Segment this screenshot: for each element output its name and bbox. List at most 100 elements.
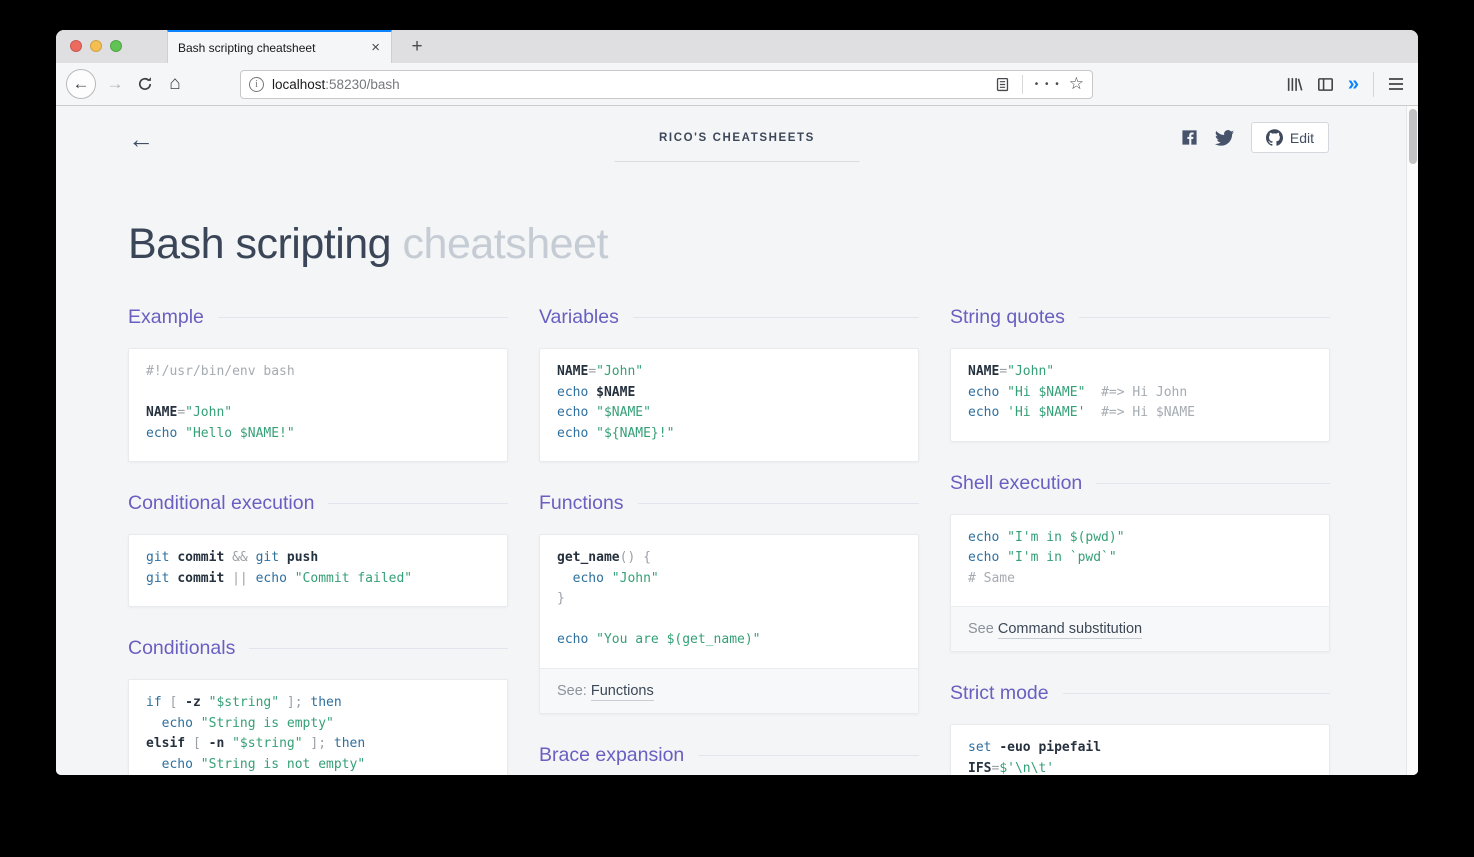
code-line: echo "String is not empty" [146, 757, 490, 776]
cheatsheet-columns: Example#!/usr/bin/env bash NAME="John"ec… [56, 306, 1418, 775]
back-button[interactable]: ← [66, 69, 96, 99]
section-heading: Brace expansion [539, 744, 919, 767]
code-line: echo $NAME [557, 385, 901, 406]
code-line: echo "I'm in `pwd`" [968, 550, 1312, 571]
library-button[interactable] [1286, 76, 1303, 93]
url-bar[interactable]: i localhost:58230/bash • • • ☆ [240, 70, 1093, 99]
code-line: echo "Hi $NAME" #=> Hi John [968, 385, 1312, 406]
scrollbar-thumb[interactable] [1409, 109, 1417, 164]
section-title: Functions [539, 492, 624, 515]
home-button[interactable]: ⌂ [160, 69, 190, 99]
minimize-window-button[interactable] [90, 40, 102, 52]
code-line: echo "John" [557, 571, 901, 592]
code-block: set -euo pipefailIFS=$'\n\t' [951, 725, 1329, 775]
section-title: Strict mode [950, 682, 1049, 705]
toolbar-separator [1373, 72, 1374, 97]
section-heading: Functions [539, 492, 919, 515]
page-back-button[interactable]: ← [128, 126, 154, 152]
site-info-icon[interactable]: i [249, 77, 264, 92]
card-footer: See: Functions [540, 668, 918, 713]
facebook-icon [1181, 129, 1198, 146]
section-functions: Functionsget_name() { echo "John"} echo … [539, 492, 919, 714]
see-link[interactable]: Functions [591, 683, 654, 701]
hamburger-menu-icon [1388, 77, 1404, 91]
code-line: NAME="John" [968, 364, 1312, 385]
code-block: if [ -z "$string" ]; then echo "String i… [129, 680, 507, 775]
code-line: echo "Hello $NAME!" [146, 426, 490, 447]
tab-close-icon[interactable]: × [368, 40, 383, 55]
twitter-share-button[interactable] [1215, 130, 1234, 146]
scrollbar[interactable] [1406, 106, 1418, 775]
page-viewport: ← RICO'S CHEATSHEETS Edit [56, 106, 1418, 775]
section-rule [328, 503, 508, 504]
browser-tab[interactable]: Bash scripting cheatsheet × [167, 30, 392, 63]
code-line: echo "${NAME}!" [557, 426, 901, 447]
facebook-share-button[interactable] [1181, 129, 1198, 146]
library-icon [1286, 76, 1303, 93]
code-block: NAME="John"echo $NAMEecho "$NAME"echo "$… [540, 349, 918, 461]
section-rule [638, 503, 919, 504]
section-title: String quotes [950, 306, 1065, 329]
reload-icon [137, 76, 153, 92]
navigation-toolbar: ← → ⌂ i localhost:58230/bash • • • ☆ [56, 63, 1418, 106]
see-link[interactable]: Command substitution [998, 621, 1142, 639]
forward-icon: → [107, 74, 124, 94]
code-block: git commit && git pushgit commit || echo… [129, 535, 507, 606]
code-line: NAME="John" [557, 364, 901, 385]
code-card: NAME="John"echo $NAMEecho "$NAME"echo "$… [539, 348, 919, 462]
section-heading: String quotes [950, 306, 1330, 329]
section-strict-mode: Strict mode set -euo pipefailIFS=$'\n\t' [950, 682, 1330, 775]
twitter-icon [1215, 130, 1234, 146]
column-3: String quotes NAME="John"echo "Hi $NAME" … [950, 306, 1330, 775]
page-actions-button[interactable]: • • • [1035, 79, 1061, 90]
code-line: echo 'Hi $NAME' #=> Hi $NAME [968, 405, 1312, 426]
home-icon: ⌂ [169, 73, 180, 95]
code-block: echo "I'm in $(pwd)"echo "I'm in `pwd`"#… [951, 515, 1329, 607]
url-host: localhost [272, 77, 325, 92]
app-menu-button[interactable] [1388, 77, 1404, 91]
section-rule [1096, 483, 1330, 484]
section-rule [698, 755, 919, 756]
bookmark-star-icon[interactable]: ☆ [1069, 74, 1084, 94]
section-heading: Shell execution [950, 472, 1330, 495]
sidebar-button[interactable] [1317, 76, 1334, 93]
section-title: Variables [539, 306, 619, 329]
code-card: set -euo pipefailIFS=$'\n\t' [950, 724, 1330, 775]
section-variables: Variables NAME="John"echo $NAMEecho "$NAM… [539, 306, 919, 462]
code-line: } [557, 591, 901, 612]
traffic-lights [70, 40, 122, 52]
card-footer: See Command substitution [951, 606, 1329, 651]
site-title-underline [615, 161, 860, 162]
section-brace-expansion: Brace expansion [539, 744, 919, 767]
section-heading: Conditionals [128, 637, 508, 660]
overflow-menu-button[interactable]: » [1348, 74, 1359, 94]
toolbar-right-icons: » [1286, 72, 1408, 97]
site-header: ← RICO'S CHEATSHEETS Edit [56, 106, 1418, 172]
code-line: elsif [ -n "$string" ]; then [146, 736, 490, 757]
section-rule [249, 648, 508, 649]
url-text: localhost:58230/bash [272, 77, 987, 92]
tab-bar: Bash scripting cheatsheet × + [56, 30, 1418, 63]
site-title-block: RICO'S CHEATSHEETS [615, 132, 860, 162]
section-title: Example [128, 306, 204, 329]
sidebar-icon [1317, 76, 1334, 93]
close-window-button[interactable] [70, 40, 82, 52]
zoom-window-button[interactable] [110, 40, 122, 52]
section-heading: Example [128, 306, 508, 329]
section-heading: Strict mode [950, 682, 1330, 705]
code-line: NAME="John" [146, 405, 490, 426]
screen: Bash scripting cheatsheet × + ← → ⌂ i lo… [0, 0, 1474, 857]
reload-button[interactable] [130, 69, 160, 99]
section-title: Shell execution [950, 472, 1082, 495]
edit-button[interactable]: Edit [1251, 122, 1329, 153]
page-title-main: Bash scripting [128, 220, 403, 268]
browser-window: Bash scripting cheatsheet × + ← → ⌂ i lo… [56, 30, 1418, 775]
header-actions: Edit [1181, 122, 1329, 153]
code-line: git commit || echo "Commit failed" [146, 571, 490, 592]
reader-view-button[interactable] [995, 77, 1010, 92]
code-line: #!/usr/bin/env bash [146, 364, 490, 385]
code-line: get_name() { [557, 550, 901, 571]
forward-button[interactable]: → [100, 69, 130, 99]
new-tab-button[interactable]: + [403, 33, 431, 61]
section-string-quotes: String quotes NAME="John"echo "Hi $NAME" … [950, 306, 1330, 442]
